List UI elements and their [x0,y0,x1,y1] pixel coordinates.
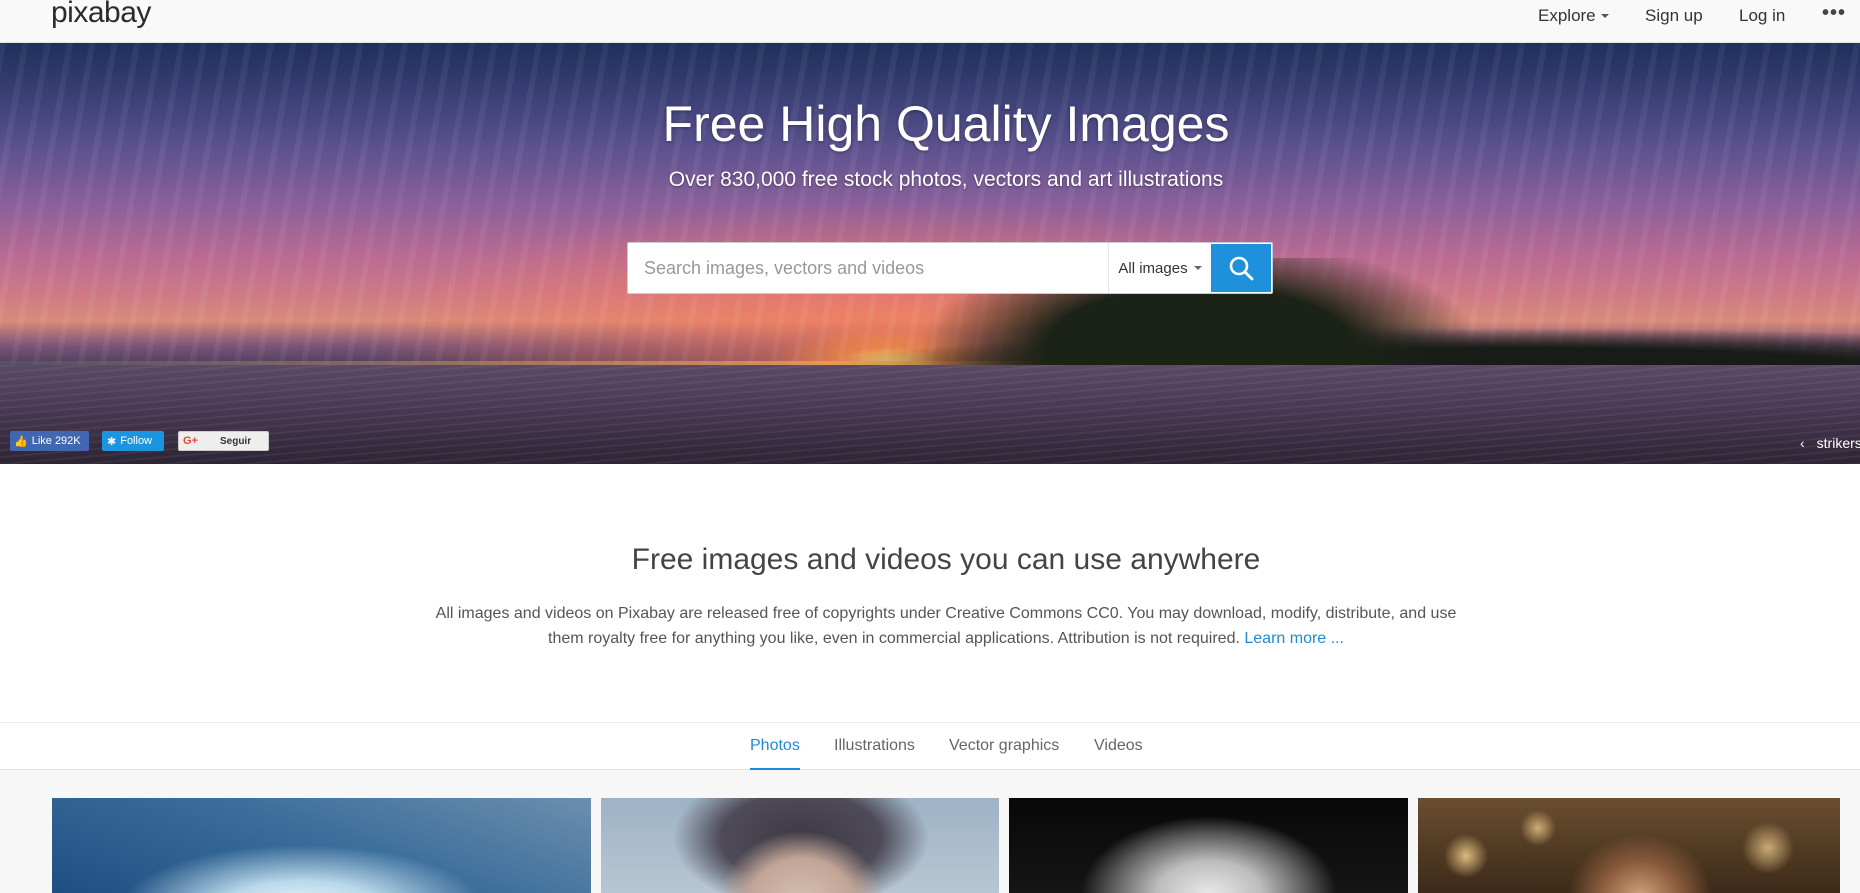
tab-illustrations[interactable]: Illustrations [834,737,915,755]
twitter-follow-button[interactable]: ✱ Follow [102,431,164,451]
caret-down-icon [1193,266,1202,270]
gallery-image-wave[interactable] [52,798,591,893]
image-gallery [0,770,1860,893]
hero-subtitle: Over 830,000 free stock photos, vectors … [668,168,1224,191]
photo-credit[interactable]: ‹ strikers [1800,435,1860,451]
log-in-link[interactable]: Log in [1739,6,1785,26]
intro-text: All images and videos on Pixabay are rel… [430,601,1462,651]
search-input[interactable] [628,243,1109,293]
hero-banner: Free High Quality Images Over 830,000 fr… [0,43,1860,464]
twitter-follow-label: Follow [120,435,153,447]
tab-videos[interactable]: Videos [1094,737,1143,755]
sign-up-link[interactable]: Sign up [1645,6,1703,26]
search-type-label: All images [1118,259,1188,277]
more-menu-icon[interactable]: ••• [1822,2,1846,25]
googleplus-icon: G+ [183,435,198,447]
tab-vector-graphics[interactable]: Vector graphics [949,737,1059,755]
facebook-like-label: Like 292K [31,435,81,447]
photo-credit-user: strikers [1816,435,1860,451]
explore-menu[interactable]: Explore [1538,6,1609,26]
intro-title: Free images and videos you can use anywh… [631,543,1261,576]
search-type-dropdown[interactable]: All images [1109,243,1211,293]
media-type-tabs: Photos Illustrations Vector graphics Vid… [0,722,1860,770]
learn-more-link[interactable]: Learn more ... [1244,630,1344,647]
caret-down-icon [1600,14,1609,18]
gallery-image-fur-hat[interactable] [1009,798,1408,893]
top-navbar: pixabay Explore Sign up Log in ••• [0,0,1860,43]
tab-photos[interactable]: Photos [750,737,800,755]
twitter-bird-icon: ✱ [107,435,117,448]
pixabay-logo[interactable]: pixabay [51,0,151,30]
hero-beach [0,365,1860,464]
explore-label: Explore [1538,6,1596,25]
facebook-like-button[interactable]: 👍 Like 292K [10,431,89,451]
chevron-left-icon: ‹ [1800,435,1805,451]
gallery-image-woman-portrait[interactable] [601,798,999,893]
search-bar: All images [627,242,1273,294]
hero-title: Free High Quality Images [662,96,1230,152]
search-button[interactable] [1211,244,1271,292]
search-icon [1229,256,1254,281]
thumbs-up-icon: 👍 [14,435,28,448]
gallery-image-bokeh-portrait[interactable] [1418,798,1840,893]
googleplus-follow-button[interactable]: G+ Seguir [178,431,269,451]
googleplus-follow-label: Seguir [219,435,252,447]
